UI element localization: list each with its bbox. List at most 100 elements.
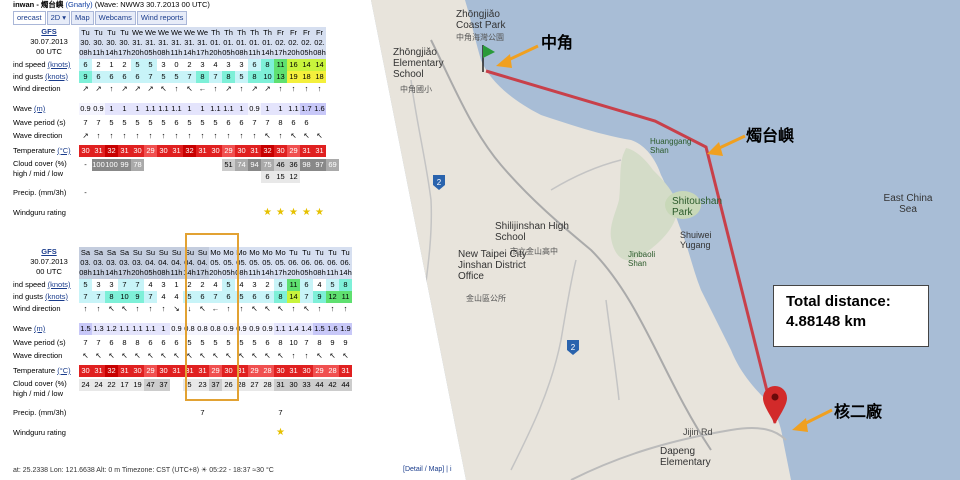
header-cell: 05h	[300, 267, 313, 279]
data-cell: 5	[326, 279, 339, 291]
data-cell: 6	[291, 118, 296, 127]
direction-arrow-icon: ↑	[174, 131, 179, 140]
elem-school-cn-label: 中角國小	[400, 85, 432, 94]
data-cell: 3	[248, 279, 261, 291]
data-cell	[209, 159, 222, 171]
header-cell: 11h	[326, 267, 339, 279]
data-cell	[313, 391, 326, 403]
data-cell	[92, 427, 105, 439]
model-model[interactable]: GFS	[21, 27, 77, 37]
data-cell: 7	[278, 408, 283, 417]
tab-webcams[interactable]: Webcams	[94, 11, 136, 25]
data-cell: 10	[261, 71, 274, 83]
data-cell: 29	[144, 145, 157, 157]
row-unit-link[interactable]: (knots)	[45, 72, 68, 81]
direction-arrow-icon: ↑	[291, 84, 296, 93]
data-cell: 31	[248, 145, 261, 157]
model-info: GFS 30.07.2013 00 UTC	[21, 247, 77, 277]
data-cell: 14	[300, 59, 313, 71]
direction-arrow-icon: ↑	[96, 304, 101, 313]
data-cell	[157, 187, 170, 199]
data-cell: -	[79, 159, 92, 171]
data-cell: 5	[79, 279, 92, 291]
data-cell: 1.3	[92, 323, 105, 335]
row-label-text: Windguru rating	[13, 428, 66, 437]
data-cell: 5	[161, 118, 166, 127]
data-cell: 5	[135, 118, 140, 127]
data-cell: 44	[339, 379, 352, 391]
data-cell: 24	[92, 379, 105, 391]
data-cell	[105, 427, 118, 439]
row-label-text: ind speed	[13, 60, 46, 69]
data-cell: 1.1	[144, 103, 157, 115]
direction-arrow-icon: ↗	[82, 131, 89, 140]
data-cell: 1.6	[326, 323, 339, 335]
row-cloud-high: -100 100 99 78 51 74 94 75 46 36 98 97 69	[79, 159, 339, 171]
data-cell: 6	[79, 59, 92, 71]
tab-map[interactable]: Map	[71, 11, 94, 25]
row-unit-link[interactable]: (knots)	[48, 60, 71, 69]
data-cell: 31	[313, 145, 326, 157]
row-unit-link[interactable]: (m)	[34, 104, 45, 113]
data-cell	[313, 427, 326, 439]
row-unit-link[interactable]: (°C)	[57, 146, 70, 155]
data-cell	[261, 427, 274, 439]
data-cell	[105, 171, 118, 183]
data-cell: 8	[105, 291, 118, 303]
data-cell	[209, 187, 222, 199]
direction-arrow-icon: ↖	[303, 304, 310, 313]
data-cell: -	[84, 188, 87, 197]
row-label-text: Cloud cover (%)	[13, 159, 67, 168]
row-unit-link[interactable]: (knots)	[45, 292, 68, 301]
data-cell: 5	[200, 118, 205, 127]
data-cell	[92, 171, 105, 183]
direction-arrow-icon: ↗	[95, 84, 102, 93]
header-cell: 20h	[209, 47, 222, 59]
data-cell: 33	[300, 379, 313, 391]
header-cell: 08h	[79, 47, 92, 59]
direction-arrow-icon: ↑	[226, 131, 231, 140]
data-cell: 30	[300, 365, 313, 377]
direction-arrow-icon: ↑	[278, 84, 283, 93]
row-label-text: Windguru rating	[13, 208, 66, 217]
data-cell: 6	[174, 118, 179, 127]
data-cell: 6	[118, 71, 131, 83]
data-cell	[339, 391, 352, 403]
spot-rating-link[interactable]: (Gnarly)	[66, 0, 93, 9]
direction-arrow-icon: ↑	[317, 84, 322, 93]
direction-arrow-icon: ↖	[160, 84, 167, 93]
row-unit-link[interactable]: (knots)	[48, 280, 71, 289]
tab-orecast[interactable]: orecast	[13, 11, 46, 25]
data-cell: 13	[274, 71, 287, 83]
data-cell: 31	[274, 379, 287, 391]
data-cell: 6	[105, 71, 118, 83]
data-cell: 1.1	[131, 323, 144, 335]
data-cell	[196, 171, 209, 183]
tab-2d[interactable]: 2D ▾	[46, 11, 71, 25]
row-label-text: Wave direction	[13, 131, 63, 140]
data-cell: 28	[326, 365, 339, 377]
data-cell: 31	[300, 145, 313, 157]
data-cell: 8	[196, 71, 209, 83]
data-cell: 9	[343, 338, 348, 347]
direction-arrow-icon: ↖	[342, 351, 349, 360]
data-cell: 9	[313, 291, 326, 303]
data-cell: 6	[265, 338, 270, 347]
direction-arrow-icon: ↖	[303, 131, 310, 140]
model-model[interactable]: GFS	[21, 247, 77, 257]
forecast-footer: at: 25.2338 Lon: 121.6638 Alt: 0 m Timez…	[13, 466, 458, 480]
data-cell: 6	[300, 279, 313, 291]
direction-arrow-icon: ↖	[251, 351, 258, 360]
row-unit-link[interactable]: (°C)	[57, 366, 70, 375]
detail-map-link[interactable]: [Detail / Map] | i	[403, 466, 452, 473]
data-cell: 78	[131, 159, 144, 171]
data-cell	[131, 187, 144, 199]
row-unit-link[interactable]: (m)	[34, 324, 45, 333]
data-cell: 5	[252, 338, 257, 347]
data-cell: 7	[304, 338, 309, 347]
tab-wind-reports[interactable]: Wind reports	[136, 11, 188, 25]
data-cell: 24	[79, 379, 92, 391]
data-cell: 1.9	[339, 323, 352, 335]
direction-arrow-icon: ↗	[225, 84, 232, 93]
data-cell	[326, 171, 339, 183]
